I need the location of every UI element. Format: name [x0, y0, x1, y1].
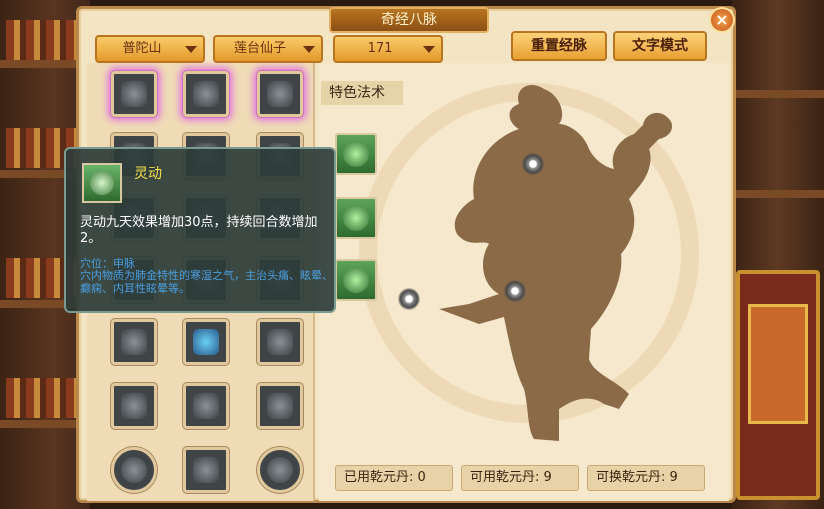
school-dropdown-value: 莲台仙子	[233, 41, 286, 56]
skill-node[interactable]	[257, 71, 303, 117]
chevron-down-icon	[185, 46, 197, 53]
skill-node[interactable]	[183, 71, 229, 117]
tooltip-description: 灵动九天效果增加30点，持续回合数增加2。	[80, 215, 318, 246]
background-bookshelf-right	[732, 0, 824, 509]
special-skill-icon[interactable]	[335, 259, 377, 301]
skill-node[interactable]	[257, 319, 303, 365]
books	[6, 378, 76, 418]
skill-tooltip: 灵动 灵动九天效果增加30点，持续回合数增加2。 穴位：申脉 穴内物质为肺金特性…	[64, 147, 336, 313]
character-silhouette	[439, 84, 673, 441]
available-dan-stat: 可用乾元丹: 9	[461, 465, 579, 491]
skill-icon	[82, 163, 122, 203]
shelf	[732, 90, 824, 98]
tooltip-skill-name: 灵动	[134, 166, 162, 182]
skill-node[interactable]	[183, 447, 229, 493]
school-dropdown[interactable]: 莲台仙子	[213, 35, 323, 63]
used-dan-stat: 已用乾元丹: 0	[335, 465, 453, 491]
window-title: 奇经八脉	[329, 7, 489, 33]
reset-meridian-button[interactable]: 重置经脉	[511, 31, 607, 61]
tooltip-acupoint-desc: 穴内物质为肺金特性的寒湿之气，主治头痛、眩晕、癫痫、内耳性眩晕等。	[80, 269, 333, 295]
sect-dropdown-value: 普陀山	[122, 41, 162, 56]
skill-node[interactable]	[257, 447, 303, 493]
skill-node[interactable]	[111, 71, 157, 117]
text-mode-button[interactable]: 文字模式	[613, 31, 707, 61]
close-icon[interactable]: ×	[709, 7, 735, 33]
special-skills-label: 特色法术	[321, 81, 403, 105]
chevron-down-icon	[303, 46, 315, 53]
chevron-down-icon	[423, 46, 435, 53]
skill-node[interactable]	[183, 383, 229, 429]
level-dropdown-value: 171	[367, 41, 393, 56]
acupoint-icon[interactable]	[522, 153, 544, 175]
books	[6, 20, 76, 60]
skill-node[interactable]	[257, 383, 303, 429]
skill-node[interactable]	[111, 319, 157, 365]
level-dropdown[interactable]: 171	[333, 35, 443, 63]
acupoint-icon[interactable]	[398, 288, 420, 310]
special-skill-icon[interactable]	[335, 197, 377, 239]
skill-node[interactable]	[111, 383, 157, 429]
decorative-cabinet	[736, 270, 820, 500]
exchangeable-dan-stat: 可换乾元丹: 9	[587, 465, 705, 491]
shelf	[732, 190, 824, 198]
special-skill-icon[interactable]	[335, 133, 377, 175]
acupoint-icon[interactable]	[504, 280, 526, 302]
sect-dropdown[interactable]: 普陀山	[95, 35, 205, 63]
skill-node[interactable]	[183, 319, 229, 365]
skill-node[interactable]	[111, 447, 157, 493]
